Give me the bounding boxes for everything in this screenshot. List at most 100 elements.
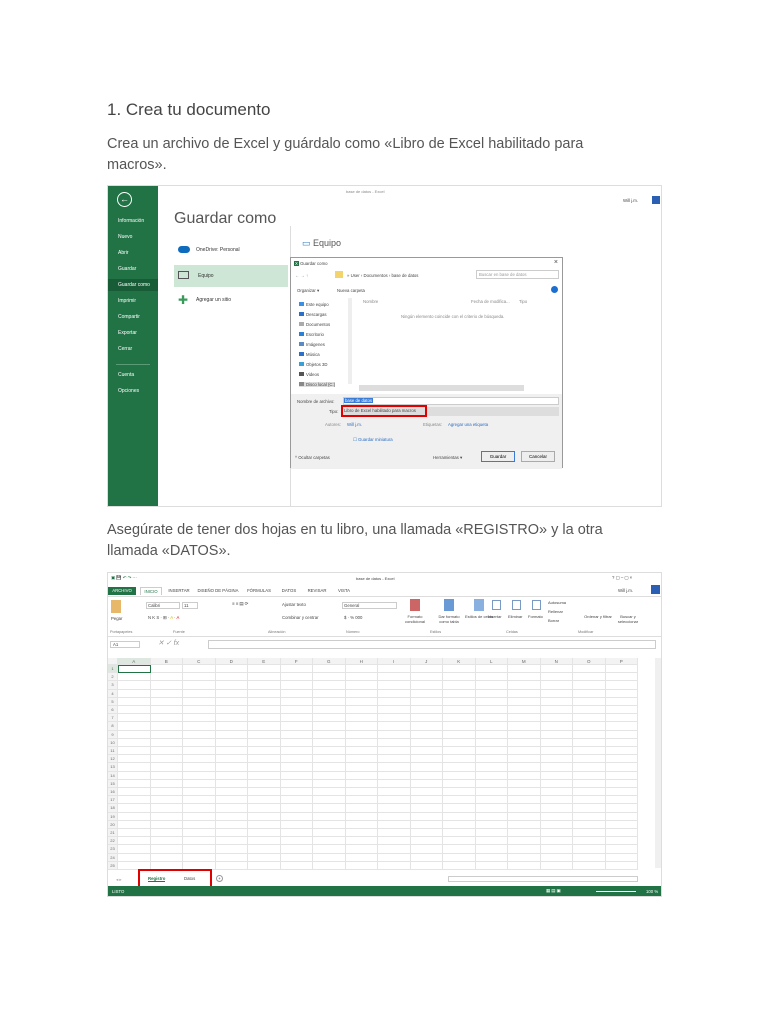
- cell[interactable]: [508, 730, 541, 739]
- cell[interactable]: [345, 681, 378, 690]
- cell[interactable]: [475, 829, 508, 838]
- formula-bar[interactable]: [208, 640, 656, 649]
- quick-access-toolbar[interactable]: ▣ 💾 ↶ ↷ ⋯: [111, 575, 137, 581]
- row-header[interactable]: 11: [108, 747, 118, 756]
- cell[interactable]: [248, 829, 281, 838]
- cell[interactable]: [410, 861, 443, 870]
- tools-button[interactable]: Herramientas ▾: [433, 455, 462, 461]
- select-all-corner[interactable]: [108, 658, 118, 665]
- cell[interactable]: [215, 747, 248, 756]
- cell[interactable]: [313, 853, 346, 862]
- cell[interactable]: [215, 804, 248, 813]
- cell[interactable]: [118, 747, 151, 756]
- cell[interactable]: [410, 697, 443, 706]
- cell[interactable]: [118, 738, 151, 747]
- cell[interactable]: [508, 837, 541, 846]
- cell[interactable]: [605, 714, 638, 723]
- cell[interactable]: [475, 730, 508, 739]
- cells-button[interactable]: Insertar: [488, 614, 502, 619]
- cell[interactable]: [150, 829, 183, 838]
- cell[interactable]: [150, 738, 183, 747]
- cell[interactable]: [215, 689, 248, 698]
- cell[interactable]: [378, 771, 411, 780]
- cell[interactable]: [313, 697, 346, 706]
- cell[interactable]: [313, 755, 346, 764]
- table-row[interactable]: [118, 665, 638, 674]
- row-header[interactable]: 9: [108, 730, 118, 739]
- cell[interactable]: [345, 697, 378, 706]
- column-header[interactable]: B: [150, 658, 183, 665]
- cell[interactable]: [540, 845, 573, 854]
- cell[interactable]: [605, 697, 638, 706]
- row-header[interactable]: 16: [108, 788, 118, 797]
- table-row[interactable]: [118, 714, 638, 723]
- sidebar-item[interactable]: Opciones: [118, 388, 139, 394]
- cell[interactable]: [508, 796, 541, 805]
- row-header[interactable]: 22: [108, 837, 118, 846]
- cell[interactable]: [605, 665, 638, 674]
- table-row[interactable]: [118, 738, 638, 747]
- cell[interactable]: [443, 747, 476, 756]
- ribbon-tab[interactable]: ARCHIVO: [108, 587, 136, 595]
- cell[interactable]: [605, 804, 638, 813]
- font-select[interactable]: Calibri: [146, 602, 180, 609]
- cell[interactable]: [248, 812, 281, 821]
- table-row[interactable]: [118, 853, 638, 862]
- new-folder-button[interactable]: Nueva carpeta: [337, 288, 365, 293]
- zoom-slider[interactable]: [596, 891, 636, 892]
- cell[interactable]: [378, 730, 411, 739]
- cell[interactable]: [150, 747, 183, 756]
- cell[interactable]: [280, 722, 313, 731]
- cell[interactable]: [150, 706, 183, 715]
- cell[interactable]: [475, 837, 508, 846]
- column-header[interactable]: H: [345, 658, 378, 665]
- cell[interactable]: [378, 722, 411, 731]
- location-onedrive[interactable]: OneDrive: Personal: [174, 242, 288, 260]
- cell[interactable]: [150, 730, 183, 739]
- table-row[interactable]: [118, 755, 638, 764]
- column-header[interactable]: I: [378, 658, 411, 665]
- cell[interactable]: [605, 722, 638, 731]
- cell[interactable]: [118, 730, 151, 739]
- cell[interactable]: [345, 771, 378, 780]
- cell[interactable]: [150, 788, 183, 797]
- column-header[interactable]: E: [248, 658, 281, 665]
- table-row[interactable]: [118, 771, 638, 780]
- cell[interactable]: [475, 681, 508, 690]
- cell[interactable]: [605, 706, 638, 715]
- table-row[interactable]: [118, 689, 638, 698]
- table-row[interactable]: [118, 796, 638, 805]
- sidebar-item[interactable]: Cuenta: [118, 372, 134, 378]
- cell[interactable]: [605, 689, 638, 698]
- cell[interactable]: [475, 747, 508, 756]
- cell[interactable]: [475, 738, 508, 747]
- cell[interactable]: [248, 788, 281, 797]
- cell[interactable]: [443, 861, 476, 870]
- col-type[interactable]: Tipo: [519, 299, 527, 304]
- number-format-select[interactable]: General: [342, 602, 397, 609]
- row-header[interactable]: 2: [108, 673, 118, 682]
- thumbnail-checkbox[interactable]: ☐ Guardar miniatura: [353, 437, 393, 443]
- cell[interactable]: [150, 779, 183, 788]
- cell[interactable]: [248, 747, 281, 756]
- cell[interactable]: [475, 673, 508, 682]
- cell[interactable]: [345, 788, 378, 797]
- cell[interactable]: [118, 853, 151, 862]
- location-add-site[interactable]: ✚ Agregar un sitio: [174, 292, 288, 310]
- cell[interactable]: [183, 714, 216, 723]
- cell[interactable]: [150, 673, 183, 682]
- back-icon[interactable]: ←: [117, 192, 132, 207]
- cancel-button[interactable]: Cancelar: [521, 451, 555, 462]
- cell[interactable]: [573, 845, 606, 854]
- cells-button[interactable]: Eliminar: [508, 614, 522, 619]
- cell[interactable]: [183, 771, 216, 780]
- cell[interactable]: [215, 829, 248, 838]
- cell[interactable]: [605, 738, 638, 747]
- cell[interactable]: [150, 697, 183, 706]
- cell[interactable]: [183, 845, 216, 854]
- cell[interactable]: [605, 853, 638, 862]
- cell[interactable]: [248, 689, 281, 698]
- cell[interactable]: [378, 697, 411, 706]
- cell[interactable]: [313, 689, 346, 698]
- row-header[interactable]: 4: [108, 689, 118, 698]
